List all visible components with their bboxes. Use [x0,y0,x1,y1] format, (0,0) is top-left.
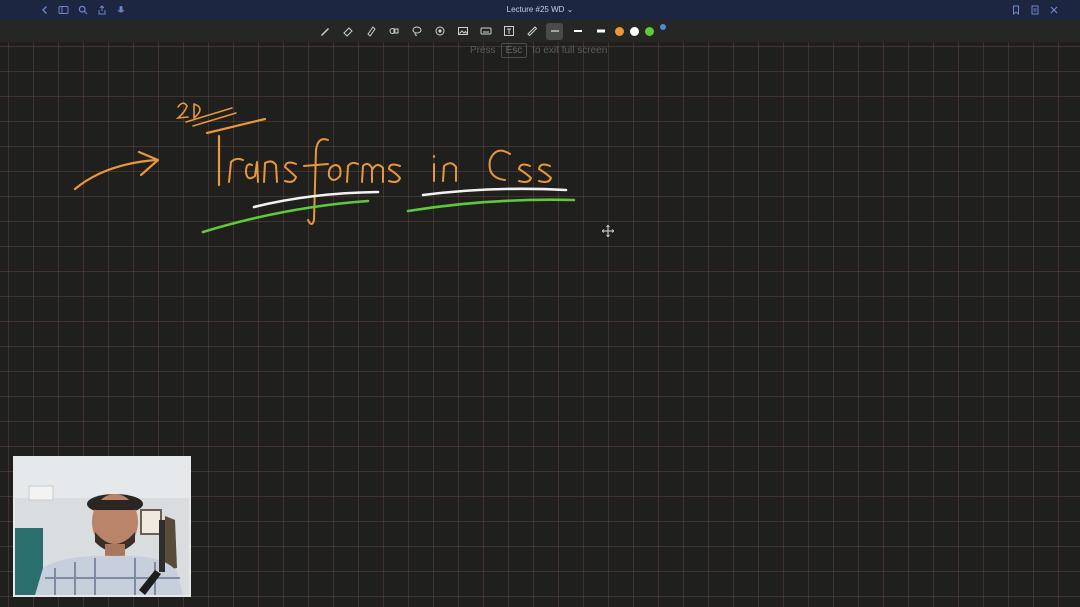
underline-white-2 [421,187,568,197]
letters-orms [327,161,401,183]
letter-t-bar [205,117,267,135]
underline-green-1 [201,199,370,234]
underline-green-2 [406,198,576,213]
letters-css [488,149,552,183]
letters-rans [228,157,297,183]
arrowhead-stroke [137,150,160,177]
move-cursor-icon [602,225,614,237]
presenter-webcam [13,456,191,597]
letters-in [433,155,457,182]
letter-f [303,138,329,225]
underline-white-1 [252,190,380,209]
arrow-stroke [73,158,158,191]
presenter-video-feed [15,458,189,595]
superscript-2d [175,102,201,120]
